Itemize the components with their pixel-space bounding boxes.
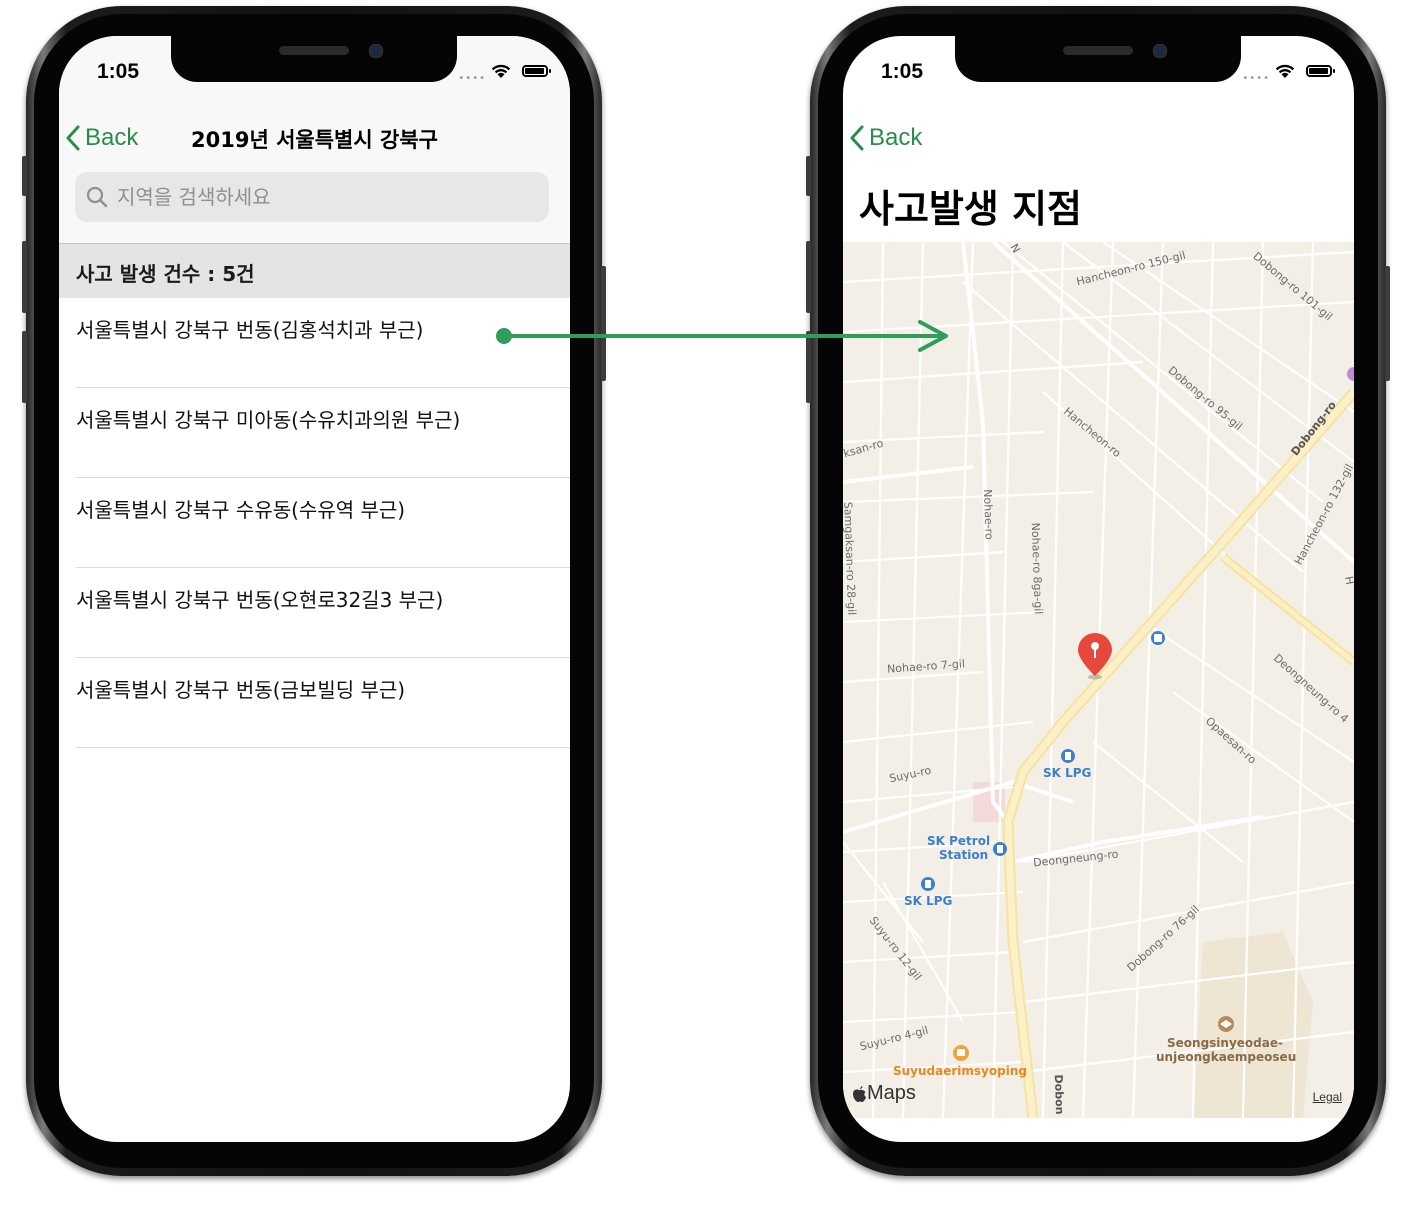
status-indicators: •••• — [428, 61, 551, 84]
signal-dots-icon: •••• — [1242, 73, 1270, 84]
volume-up-button — [22, 241, 27, 313]
power-button — [1385, 266, 1390, 381]
speaker — [279, 46, 349, 55]
list-item[interactable]: 서울특별시 강북구 번동(김홍석치과 부근) — [59, 298, 570, 388]
page-title: 사고발생 지점 — [859, 187, 1082, 231]
status-indicators: •••• — [1212, 61, 1335, 84]
map-view[interactable]: N Hancheon-ro 150-gil Dobong-ro 101-gil … — [843, 242, 1354, 1118]
front-camera — [369, 44, 383, 58]
legal-link[interactable]: Legal — [1313, 1090, 1342, 1104]
list-screen: 1:05 •••• Back 2019년 서울특별시 강북구 지역을 검색하세요… — [59, 36, 570, 1142]
volume-down-button — [22, 331, 27, 403]
list-item-label: 서울특별시 강북구 번동(김홍석치과 부근) — [76, 318, 424, 342]
list-item[interactable]: 서울특별시 강북구 번동(오현로32길3 부근) — [59, 568, 570, 658]
search-icon — [86, 186, 108, 208]
signal-dots-icon: •••• — [458, 73, 486, 84]
list-item-label: 서울특별시 강북구 번동(오현로32길3 부근) — [76, 588, 444, 612]
accident-count-label: 사고 발생 건수 : 5건 — [76, 262, 255, 286]
divider — [76, 747, 570, 748]
speaker — [1063, 46, 1133, 55]
volume-down-button — [806, 331, 811, 403]
list-item[interactable]: 서울특별시 강북구 수유동(수유역 부근) — [59, 478, 570, 568]
maps-brand-label: Maps — [867, 1082, 916, 1104]
status-time: 1:05 — [97, 60, 140, 83]
poi-suyudaerim[interactable]: Suyudaerimsyoping — [893, 1064, 1027, 1078]
poi-sk-petrol-line2[interactable]: Station — [939, 848, 988, 862]
poi-sk-petrol-line1[interactable]: SK Petrol — [927, 834, 990, 848]
front-camera — [1153, 44, 1167, 58]
list-item-label: 서울특별시 강북구 번동(금보빌딩 부근) — [76, 678, 406, 702]
map-label-dobon: Dobon — [1051, 1074, 1067, 1115]
notch — [171, 36, 457, 82]
notch — [955, 36, 1241, 82]
search-bar[interactable] — [75, 172, 549, 222]
mute-switch — [22, 156, 27, 196]
list-item[interactable]: 서울특별시 강북구 미아동(수유치과의원 부근) — [59, 388, 570, 478]
power-button — [601, 266, 606, 381]
list-item-label: 서울특별시 강북구 수유동(수유역 부근) — [76, 498, 406, 522]
back-button[interactable]: Back — [849, 124, 922, 152]
poi-sk-lpg-2[interactable]: SK LPG — [904, 894, 952, 908]
left-phone-frame: 1:05 •••• Back 2019년 서울특별시 강북구 지역을 검색하세요… — [22, 6, 606, 1176]
poi-sk-lpg[interactable]: SK LPG — [1043, 766, 1091, 780]
volume-up-button — [806, 241, 811, 313]
map-streets — [843, 242, 1354, 1118]
section-header: 사고 발생 건수 : 5건 — [59, 243, 570, 298]
wifi-icon — [491, 64, 511, 78]
right-phone-frame: 1:05 •••• Back 사고발생 지점 N Hancheon-ro 150… — [806, 6, 1390, 1176]
map-label-nohae-ro: Nohae-ro — [980, 489, 996, 540]
apple-maps-brand: Maps — [851, 1082, 916, 1105]
poi-seongsin-line1[interactable]: Seongsinyeodae- — [1167, 1036, 1283, 1050]
poi-seongsin-line2[interactable]: unjeongkaempeoseu — [1156, 1050, 1296, 1064]
apple-logo-icon — [853, 1085, 866, 1102]
list-item-label: 서울특별시 강북구 미아동(수유치과의원 부근) — [76, 408, 461, 432]
mute-switch — [806, 156, 811, 196]
list-item[interactable]: 서울특별시 강북구 번동(금보빌딩 부근) — [59, 658, 570, 748]
back-label: Back — [869, 124, 923, 151]
status-time: 1:05 — [881, 60, 924, 83]
battery-icon — [522, 65, 551, 77]
map-label-h: H — [1342, 575, 1354, 586]
page-title: 2019년 서울특별시 강북구 — [191, 128, 438, 152]
battery-icon — [1306, 65, 1335, 77]
wifi-icon — [1275, 64, 1295, 78]
accident-location-pin-icon[interactable] — [1075, 632, 1115, 680]
search-input[interactable] — [115, 184, 519, 210]
location-list: 서울특별시 강북구 번동(김홍석치과 부근) 서울특별시 강북구 미아동(수유치… — [59, 298, 570, 748]
map-screen: 1:05 •••• Back 사고발생 지점 N Hancheon-ro 150… — [843, 36, 1354, 1142]
chevron-left-icon — [850, 125, 864, 151]
